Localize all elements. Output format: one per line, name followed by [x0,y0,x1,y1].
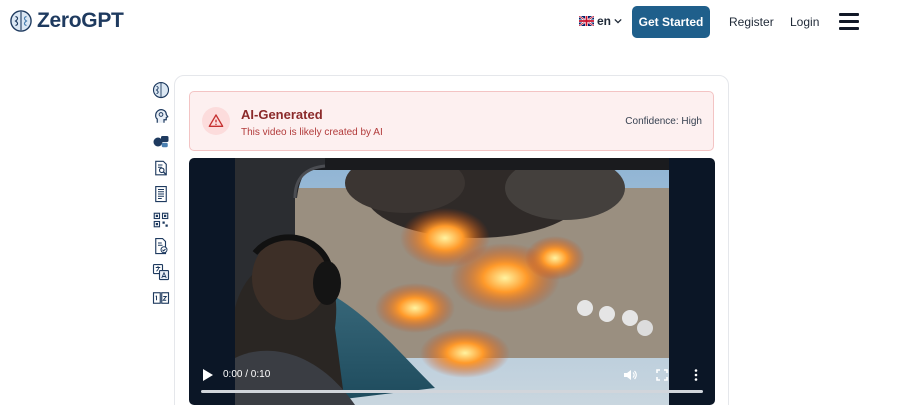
get-started-button[interactable]: Get Started [632,6,710,38]
sidebar-item-ai-chat[interactable] [150,132,172,152]
qr-code-icon [153,212,169,228]
volume-icon[interactable] [623,368,637,382]
result-subtitle: This video is likely created by AI [241,127,383,138]
chevron-down-icon [614,18,622,24]
confidence-label: Confidence: High [625,116,702,127]
ai-chat-icon [153,136,169,148]
document-check-icon [155,237,168,255]
sidebar-item-translator[interactable] [150,262,172,282]
brain-icon [152,81,170,99]
language-selector[interactable]: en [579,14,622,28]
fullscreen-icon[interactable] [655,368,669,382]
word-count-icon [152,292,170,304]
sidebar-item-paraphraser[interactable] [150,210,172,230]
brand-name: ZeroGPT [37,9,124,32]
video-player[interactable]: 0:00 / 0:10 [189,158,715,405]
more-options-icon[interactable] [689,368,703,382]
result-card: AI-Generated This video is likely create… [174,75,729,405]
warning-icon-wrap [202,107,230,135]
head-icon [155,109,169,123]
sidebar-item-summarizer[interactable] [150,184,172,204]
warning-icon [208,114,224,127]
sidebar-item-humanizer[interactable] [150,106,172,126]
brain-logo-icon [10,10,32,32]
site-header: ZeroGPT en Get Started Register Login [0,0,900,44]
tools-sidebar [150,80,172,314]
sidebar-item-word-counter[interactable] [150,288,172,308]
sidebar-item-grammar[interactable] [150,236,172,256]
document-search-icon [155,160,167,176]
sidebar-item-ai-detector[interactable] [150,80,172,100]
sidebar-item-plagiarism[interactable] [150,158,172,178]
uk-flag-icon [579,16,594,26]
hamburger-menu-icon[interactable] [839,13,859,30]
video-progress-bar[interactable] [201,390,703,393]
logo[interactable]: ZeroGPT [10,9,124,33]
result-title: AI-Generated [241,107,323,122]
play-icon[interactable] [202,368,214,382]
video-time: 0:00 / 0:10 [223,369,271,380]
register-link[interactable]: Register [729,15,774,29]
language-code: en [597,14,612,28]
document-icon [155,185,167,203]
video-controls: 0:00 / 0:10 [189,361,715,405]
login-link[interactable]: Login [790,15,819,29]
ai-result-banner: AI-Generated This video is likely create… [189,91,714,151]
translate-icon [152,263,170,281]
